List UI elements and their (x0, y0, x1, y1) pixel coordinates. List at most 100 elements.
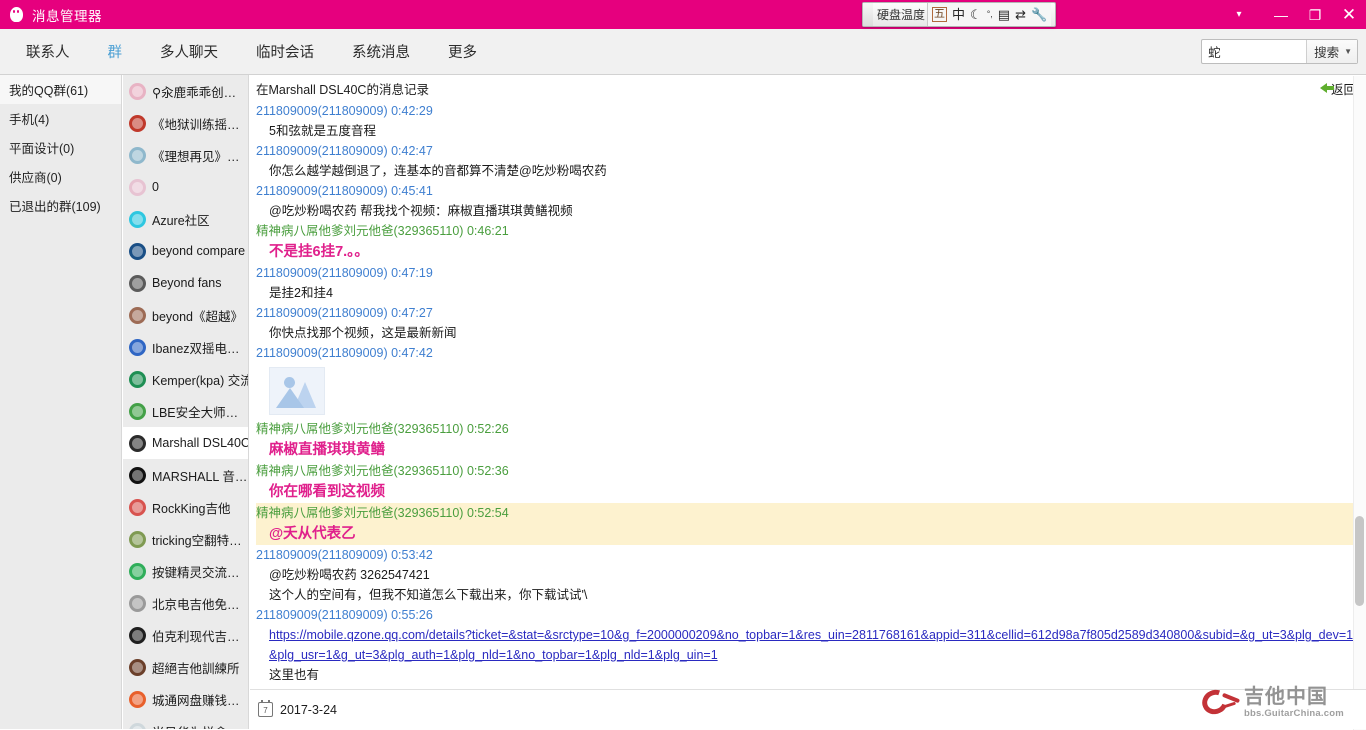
group-list-item[interactable]: 0 (123, 171, 248, 203)
group-list-item[interactable]: Marshall DSL40C (123, 427, 248, 459)
close-button[interactable]: ✕ (1332, 0, 1366, 29)
message-item: 精神病八屌他爹刘元他爸(329365110) 0:46:21不是挂6挂7.。。 (256, 221, 1366, 263)
message-item: 211809009(211809009) 0:45:41@吃炒粉喝农药 帮我找个… (256, 181, 1366, 221)
group-list-item[interactable]: 超絕吉他訓練所 (123, 651, 248, 683)
group-list-item[interactable]: Kemper(kpa) 交流 (123, 363, 248, 395)
tab-temporary-session[interactable]: 临时会话 (242, 30, 328, 74)
message-sender: 精神病八屌他爹刘元他爸(329365110) 0:52:26 (256, 419, 1360, 439)
ime-punctuation-icon[interactable]: °, (987, 10, 993, 19)
group-list-item[interactable]: 按键精灵交流… (123, 555, 248, 587)
message-body: 你快点找那个视频，这是最新新闻 (256, 323, 1360, 343)
tab-groups[interactable]: 群 (94, 30, 137, 74)
ime-halfwidth-icon[interactable]: ☾ (970, 8, 982, 21)
group-list-item-label: Marshall DSL40C (152, 436, 248, 450)
back-link[interactable]: 返回 (1320, 79, 1356, 98)
message-link[interactable]: https://mobile.qzone.qq.com/details?tick… (269, 628, 1353, 662)
search-button[interactable]: 搜索 ▼ (1306, 40, 1357, 63)
group-list-item[interactable]: RockKing吉他 (123, 491, 248, 523)
group-list-item[interactable]: 北京电吉他免… (123, 587, 248, 619)
message-item: 精神病八屌他爹刘元他爸(329365110) 0:52:54@夭从代表乙 (256, 503, 1366, 545)
group-list-item-label: MARSHALL 音… (152, 466, 247, 485)
group-list-item[interactable]: Ibanez双摇电… (123, 331, 248, 363)
tab-more[interactable]: 更多 (434, 30, 491, 74)
chat-pane: 在Marshall DSL40C的消息记录 返回 211809009(21180… (250, 75, 1366, 729)
tab-multichat[interactable]: 多人聊天 (146, 30, 232, 74)
date-footer: 7 2017-3-24 (250, 689, 1366, 729)
group-avatar (129, 275, 146, 292)
window-controls: ▾ — ❐ ✕ (1222, 0, 1366, 29)
group-list-item[interactable]: ⚲汆鹿乖乖创… (123, 75, 248, 107)
ime-settings-wrench-icon[interactable]: 🔧 (1031, 8, 1047, 21)
category-item-mobile[interactable]: 手机(4) (0, 104, 121, 133)
ime-switch-icon[interactable]: ⇄ (1015, 8, 1026, 21)
group-list-item-label: 《地狱训练摇… (152, 114, 240, 133)
message-body: 5和弦就是五度音程 (256, 121, 1360, 141)
qq-penguin-icon (9, 6, 24, 23)
message-body: 你在哪看到这视频 (256, 481, 1360, 503)
chat-scrollbar-track[interactable] (1353, 76, 1366, 730)
group-list-item[interactable]: MARSHALL 音… (123, 459, 248, 491)
group-avatar (129, 403, 146, 420)
group-list-item[interactable]: Azure社区 (123, 203, 248, 235)
category-item-my-qq-groups[interactable]: 我的QQ群(61) (0, 75, 121, 104)
message-body: 是挂2和挂4 (256, 283, 1360, 303)
message-sender: 精神病八屌他爹刘元他爸(329365110) 0:46:21 (256, 221, 1360, 241)
category-item-quit-groups[interactable]: 已退出的群(109) (0, 191, 121, 220)
group-list-item[interactable]: beyond compare (123, 235, 248, 267)
calendar-icon: 7 (258, 702, 273, 717)
message-item: 精神病八屌他爹刘元他爸(329365110) 0:52:26麻椒直播琪琪黄鳝 (256, 419, 1366, 461)
group-list-item[interactable]: 《理想再见》… (123, 139, 248, 171)
message-body: @夭从代表乙 (256, 523, 1360, 545)
message-sender: 精神病八屌他爹刘元他爸(329365110) 0:52:36 (256, 461, 1360, 481)
ime-icon-group[interactable]: 五 中 ☾ °, ▤ ⇄ 🔧 (927, 3, 1051, 26)
category-item-graphic-design[interactable]: 平面设计(0) (0, 133, 121, 162)
chevron-down-icon[interactable]: ▾ (1222, 0, 1256, 29)
group-avatar (129, 563, 146, 580)
restore-button[interactable]: ❐ (1298, 0, 1332, 29)
group-avatar (129, 627, 146, 644)
ime-wubi-icon[interactable]: 五 (932, 7, 947, 22)
message-sender: 211809009(211809009) 0:47:42 (256, 343, 1360, 363)
group-avatar (129, 115, 146, 132)
group-list-item-label: beyond compare (152, 244, 245, 258)
group-list-item[interactable]: tricking空翻特… (123, 523, 248, 555)
group-list-item[interactable]: LBE安全大师… (123, 395, 248, 427)
group-list-item[interactable]: 当贝华为悦盒… (123, 715, 248, 729)
ime-drag-handle[interactable] (863, 3, 873, 26)
chat-scrollbar-thumb[interactable] (1355, 516, 1364, 606)
footer-date-label[interactable]: 2017-3-24 (280, 703, 337, 717)
group-avatar (129, 467, 146, 484)
search-container: 搜索 ▼ (1201, 39, 1358, 64)
message-sender: 211809009(211809009) 0:42:47 (256, 141, 1360, 161)
message-body: @吃炒粉喝农药 3262547421 (256, 565, 1360, 585)
group-avatar (129, 83, 146, 100)
group-list-item-label: Beyond fans (152, 276, 222, 290)
message-body: 这个人的空间有，但我不知道怎么下载出来，你下载试试'\ (256, 585, 1360, 605)
group-list-item[interactable]: 伯克利现代吉… (123, 619, 248, 651)
group-avatar (129, 691, 146, 708)
group-list-item-label: beyond《超越》 (152, 306, 243, 325)
ime-toolbar[interactable]: 硬盘温度 五 中 ☾ °, ▤ ⇄ 🔧 (862, 2, 1056, 27)
group-avatar (129, 243, 146, 260)
message-sender: 211809009(211809009) 0:55:26 (256, 605, 1360, 625)
group-list-item-label: 0 (152, 180, 159, 194)
group-list-item[interactable]: beyond《超越》 (123, 299, 248, 331)
group-list-item[interactable]: Beyond fans (123, 267, 248, 299)
category-item-supplier[interactable]: 供应商(0) (0, 162, 121, 191)
ime-softkeyboard-icon[interactable]: ▤ (998, 8, 1010, 21)
chat-header-title: 在Marshall DSL40C的消息记录 (256, 79, 429, 98)
search-input[interactable] (1202, 40, 1306, 63)
message-item: 211809009(211809009) 0:47:27你快点找那个视频，这是最… (256, 303, 1366, 343)
message-body: 麻椒直播琪琪黄鳝 (256, 439, 1360, 461)
group-list-item[interactable]: 《地狱训练摇… (123, 107, 248, 139)
message-sender: 211809009(211809009) 0:47:19 (256, 263, 1360, 283)
group-list-item[interactable]: 城通网盘赚钱… (123, 683, 248, 715)
tab-contacts[interactable]: 联系人 (12, 30, 84, 74)
group-list-pane[interactable]: ⚲汆鹿乖乖创… 《地狱训练摇… 《理想再见》… 0 Azure社区 beyond comp… (123, 75, 249, 729)
broken-image-placeholder-icon[interactable] (269, 367, 325, 415)
chevron-down-icon[interactable]: ▼ (1344, 47, 1352, 56)
tab-system-message[interactable]: 系统消息 (338, 30, 424, 74)
ime-chinese-mode-icon[interactable]: 中 (952, 8, 965, 21)
minimize-button[interactable]: — (1264, 0, 1298, 29)
group-list-item-label: tricking空翻特… (152, 530, 242, 549)
